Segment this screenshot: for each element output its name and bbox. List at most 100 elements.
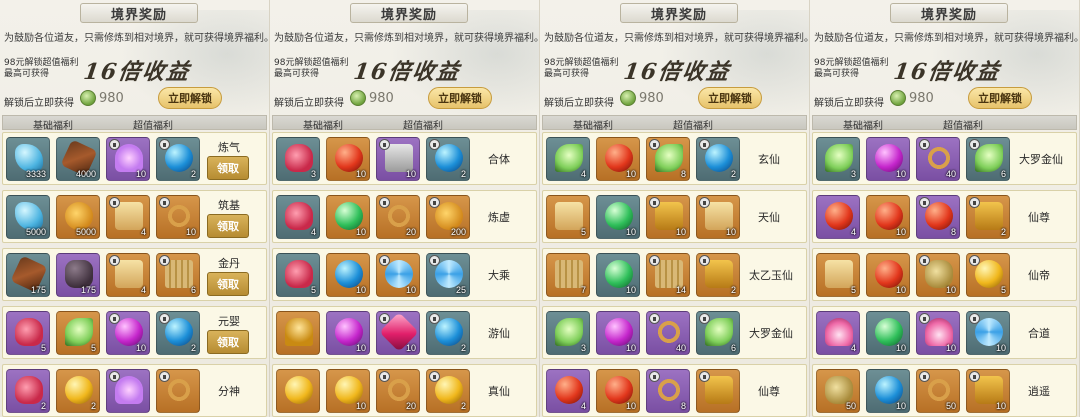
item-icon: [705, 144, 733, 172]
reward-item-slot[interactable]: 4: [276, 195, 320, 239]
reward-item-slot[interactable]: 4: [816, 311, 860, 355]
unlock-now-button[interactable]: 立即解锁: [158, 87, 222, 109]
unlock-now-button[interactable]: 立即解锁: [428, 87, 492, 109]
reward-item-slot[interactable]: [276, 311, 320, 355]
reward-item-slot[interactable]: 7: [546, 253, 590, 297]
reward-item-slot[interactable]: 10: [596, 137, 640, 181]
claim-button[interactable]: 领取: [207, 214, 249, 238]
reward-item-slot[interactable]: 20: [376, 195, 420, 239]
item-quantity: 10: [995, 401, 1006, 411]
reward-item-slot[interactable]: 10: [156, 195, 200, 239]
reward-item-slot[interactable]: 10: [596, 195, 640, 239]
reward-item-slot[interactable]: 4000: [56, 137, 100, 181]
reward-item-slot[interactable]: 10: [326, 369, 370, 413]
lock-icon: [109, 255, 120, 266]
reward-item-slot[interactable]: 5: [6, 311, 50, 355]
reward-item-slot[interactable]: [276, 369, 320, 413]
reward-item-slot[interactable]: 4: [546, 369, 590, 413]
reward-item-slot[interactable]: 200: [426, 195, 470, 239]
reward-item-slot[interactable]: 10: [916, 253, 960, 297]
reward-item-slot[interactable]: 10: [596, 253, 640, 297]
reward-item-slot[interactable]: 2: [966, 195, 1010, 239]
reward-item-slot[interactable]: 4: [106, 195, 150, 239]
reward-item-slot[interactable]: 10: [376, 311, 420, 355]
reward-item-slot[interactable]: 5: [276, 253, 320, 297]
claim-button[interactable]: 领取: [207, 272, 249, 296]
reward-item-slot[interactable]: 175: [6, 253, 50, 297]
realm-name: 元婴: [218, 315, 240, 328]
item-quantity: 10: [625, 401, 636, 411]
reward-item-slot[interactable]: 40: [646, 311, 690, 355]
reward-item-slot[interactable]: 5: [546, 195, 590, 239]
reward-item-slot[interactable]: 10: [646, 195, 690, 239]
reward-item-slot[interactable]: 3333: [6, 137, 50, 181]
reward-item-slot[interactable]: 10: [866, 369, 910, 413]
reward-row: 50 10 50 10 逍遥: [812, 364, 1077, 417]
jade-coin-icon: [80, 90, 96, 106]
reward-item-slot[interactable]: 3: [816, 137, 860, 181]
reward-item-slot[interactable]: 10: [326, 311, 370, 355]
reward-item-slot[interactable]: 14: [646, 253, 690, 297]
reward-item-slot[interactable]: 10: [866, 311, 910, 355]
column-header: 基础福利 超值福利: [542, 115, 807, 132]
reward-item-slot[interactable]: 10: [866, 137, 910, 181]
reward-item-slot[interactable]: 50: [916, 369, 960, 413]
reward-item-slot[interactable]: 2: [156, 311, 200, 355]
reward-item-slot[interactable]: 2: [426, 137, 470, 181]
reward-item-slot[interactable]: 10: [326, 253, 370, 297]
reward-item-slot[interactable]: 10: [106, 311, 150, 355]
reward-item-slot[interactable]: 4: [546, 137, 590, 181]
reward-item-slot[interactable]: 5: [816, 253, 860, 297]
reward-item-slot[interactable]: [106, 369, 150, 413]
reward-item-slot[interactable]: 10: [326, 137, 370, 181]
reward-item-slot[interactable]: 40: [916, 137, 960, 181]
reward-item-slot[interactable]: 6: [156, 253, 200, 297]
reward-item-slot[interactable]: 2: [156, 137, 200, 181]
reward-item-slot[interactable]: 10: [966, 311, 1010, 355]
reward-item-slot[interactable]: 2: [696, 253, 740, 297]
reward-item-slot[interactable]: 4: [106, 253, 150, 297]
reward-item-slot[interactable]: 10: [966, 369, 1010, 413]
reward-item-slot[interactable]: 2: [6, 369, 50, 413]
realm-reward-panel: 境界奖励 为鼓励各位道友，只需修炼到相对境界，就可获得境界福利。 98元解锁超值福利…: [270, 0, 540, 417]
reward-item-slot[interactable]: 5: [56, 311, 100, 355]
reward-item-slot[interactable]: 8: [916, 195, 960, 239]
offer-line-1: 98元解锁超值福利: [4, 58, 79, 68]
reward-item-slot[interactable]: 5: [966, 253, 1010, 297]
reward-item-slot[interactable]: 10: [696, 195, 740, 239]
reward-item-slot[interactable]: 3: [546, 311, 590, 355]
reward-item-slot[interactable]: 5000: [6, 195, 50, 239]
reward-item-slot[interactable]: 10: [106, 137, 150, 181]
reward-item-slot[interactable]: 20: [376, 369, 420, 413]
reward-item-slot[interactable]: 8: [646, 137, 690, 181]
item-icon: [605, 260, 633, 288]
unlock-label: 解锁后立即获得: [544, 98, 614, 109]
reward-item-slot[interactable]: 175: [56, 253, 100, 297]
reward-item-slot[interactable]: 2: [56, 369, 100, 413]
reward-item-slot[interactable]: 10: [866, 253, 910, 297]
reward-item-slot[interactable]: 10: [376, 137, 420, 181]
reward-item-slot[interactable]: [156, 369, 200, 413]
reward-item-slot[interactable]: 6: [696, 311, 740, 355]
reward-item-slot[interactable]: 50: [816, 369, 860, 413]
claim-button[interactable]: 领取: [207, 156, 249, 180]
unlock-now-button[interactable]: 立即解锁: [968, 87, 1032, 109]
reward-item-slot[interactable]: 2: [426, 311, 470, 355]
unlock-now-button[interactable]: 立即解锁: [698, 87, 762, 109]
reward-item-slot[interactable]: [696, 369, 740, 413]
reward-item-slot[interactable]: 10: [916, 311, 960, 355]
reward-item-slot[interactable]: 2: [426, 369, 470, 413]
reward-item-slot[interactable]: 2: [696, 137, 740, 181]
reward-item-slot[interactable]: 3: [276, 137, 320, 181]
reward-item-slot[interactable]: 10: [326, 195, 370, 239]
reward-item-slot[interactable]: 6: [966, 137, 1010, 181]
reward-item-slot[interactable]: 4: [816, 195, 860, 239]
reward-item-slot[interactable]: 10: [596, 311, 640, 355]
reward-item-slot[interactable]: 25: [426, 253, 470, 297]
reward-item-slot[interactable]: 10: [866, 195, 910, 239]
claim-button[interactable]: 领取: [207, 330, 249, 354]
reward-item-slot[interactable]: 10: [596, 369, 640, 413]
reward-item-slot[interactable]: 5000: [56, 195, 100, 239]
reward-item-slot[interactable]: 10: [376, 253, 420, 297]
reward-item-slot[interactable]: 8: [646, 369, 690, 413]
